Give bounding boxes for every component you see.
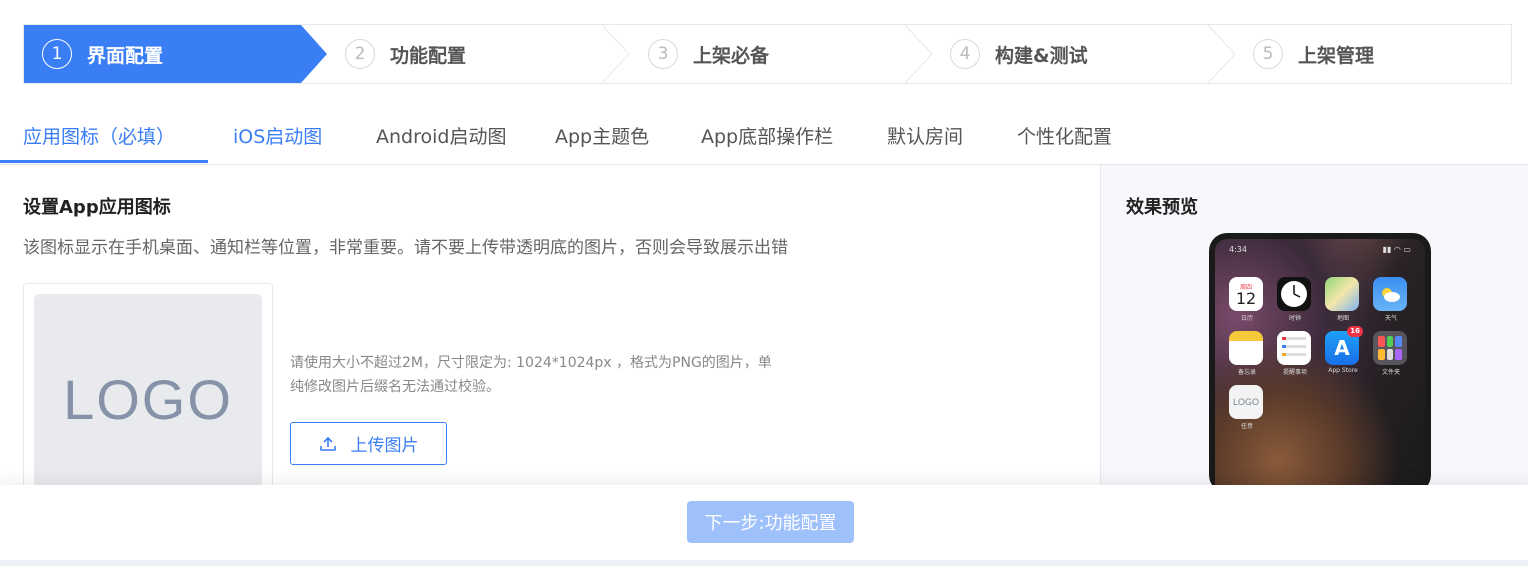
app-maps: 地图 (1325, 277, 1361, 322)
next-step-button[interactable]: 下一步:功能配置 (687, 501, 854, 543)
upload-button-label: 上传图片 (350, 436, 419, 456)
maps-icon (1325, 277, 1359, 311)
tab-android-launch[interactable]: Android启动图 (376, 122, 506, 149)
step-interface-config[interactable]: 1 界面配置 (42, 25, 163, 83)
notes-icon (1229, 331, 1263, 365)
app-notes: 备忘录 (1229, 331, 1265, 376)
step-number: 3 (648, 39, 678, 69)
stepper: 1 界面配置 2 功能配置 3 上架必备 4 构建&测试 5 上架管理 (23, 24, 1512, 84)
footer-bar: 下一步:功能配置 (0, 485, 1528, 560)
tab-bottom-bar[interactable]: App底部操作栏 (701, 122, 833, 149)
tab-ios-launch[interactable]: iOS启动图 (233, 122, 322, 149)
step-label: 界面配置 (87, 44, 164, 67)
app-name: 地图 (1336, 315, 1349, 322)
app-name: 备忘录 (1237, 369, 1256, 376)
step-label: 功能配置 (390, 44, 467, 67)
step-number: 2 (345, 39, 375, 69)
clock-icon (1277, 277, 1311, 311)
step-listing-required[interactable]: 3 上架必备 (648, 25, 769, 83)
upload-hint-line: 请使用大小不超过2M，尺寸限定为: 1024*1024px ，格式为PNG的图片… (290, 355, 772, 371)
upload-hint-line: 纯修改图片后缀名无法通过校验。 (290, 379, 500, 395)
phone-screen: 4:34 ▮▮ ◠ ▭ 周四 12 日历 时钟 地图 天气 备忘录 提醒事项 A… (1215, 239, 1425, 499)
appstore-icon: A 16 (1325, 326, 1363, 365)
weather-icon (1373, 277, 1407, 311)
calendar-icon: 周四 12 (1229, 277, 1263, 311)
app-name: 任意 (1240, 423, 1253, 430)
notification-badge: 16 (1347, 326, 1363, 337)
app-name: App Store (1328, 367, 1358, 374)
step-build-test[interactable]: 4 构建&测试 (950, 25, 1088, 83)
step-number: 5 (1253, 39, 1283, 69)
step-label: 上架管理 (1298, 44, 1375, 67)
section-description: 该图标显示在手机桌面、通知栏等位置，非常重要。请不要上传带透明底的图片，否则会导… (23, 238, 788, 258)
app-weather: 天气 (1373, 277, 1409, 322)
app-name: 提醒事项 (1282, 369, 1307, 376)
logo-placeholder: LOGO (34, 294, 262, 504)
app-folder: 文件夹 (1373, 331, 1409, 376)
reminders-icon (1277, 331, 1311, 365)
section-title: 设置App应用图标 (23, 197, 171, 218)
app-name: 时钟 (1288, 315, 1301, 322)
step-divider (904, 25, 933, 84)
preview-title: 效果预览 (1126, 197, 1198, 218)
tab-personalize[interactable]: 个性化配置 (1017, 122, 1112, 149)
step-label: 构建&测试 (995, 44, 1088, 67)
upload-image-button[interactable]: 上传图片 (290, 422, 447, 465)
app-name: 天气 (1384, 315, 1397, 322)
app-reminders: 提醒事项 (1277, 331, 1313, 376)
logo-app-icon: LOGO (1229, 385, 1263, 419)
bottom-strip (0, 560, 1528, 566)
step-label: 上架必备 (693, 44, 770, 67)
app-appstore: A 16 App Store (1325, 326, 1363, 374)
app-name: 日历 (1240, 315, 1253, 322)
logo-preview-card: LOGO (23, 283, 273, 504)
phone-mockup: 4:34 ▮▮ ◠ ▭ 周四 12 日历 时钟 地图 天气 备忘录 提醒事项 A… (1209, 233, 1431, 499)
calendar-date: 12 (1235, 288, 1257, 308)
upload-hint: 请使用大小不超过2M，尺寸限定为: 1024*1024px ，格式为PNG的图片… (290, 351, 810, 399)
config-tabs: 应用图标（必填） iOS启动图 Android启动图 App主题色 App底部操… (0, 108, 1528, 165)
app-name: 文件夹 (1381, 369, 1400, 376)
icon-settings-panel: 设置App应用图标 该图标显示在手机桌面、通知栏等位置，非常重要。请不要上传带透… (0, 165, 1100, 504)
status-time: 4:34 (1229, 245, 1247, 254)
preview-panel: 效果预览 4:34 ▮▮ ◠ ▭ 周四 12 日历 时钟 地图 天气 备忘录 提… (1100, 165, 1528, 499)
logo-placeholder-text: LOGO (63, 367, 233, 431)
step-number: 1 (42, 39, 72, 69)
step-feature-config[interactable]: 2 功能配置 (345, 25, 466, 83)
active-tab-indicator (0, 160, 208, 163)
app-clock: 时钟 (1277, 277, 1313, 322)
upload-icon (319, 435, 337, 453)
status-icons: ▮▮ ◠ ▭ (1382, 245, 1411, 254)
step-listing-manage[interactable]: 5 上架管理 (1253, 25, 1374, 83)
tab-app-icon[interactable]: 应用图标（必填） (23, 122, 175, 149)
app-calendar: 周四 12 日历 (1229, 277, 1265, 322)
tab-default-room[interactable]: 默认房间 (887, 122, 963, 149)
step-number: 4 (950, 39, 980, 69)
step-divider (1207, 25, 1236, 84)
app-custom-logo: LOGO 任意 (1229, 385, 1265, 430)
step-divider (601, 25, 630, 84)
folder-icon (1373, 331, 1407, 365)
tab-theme-color[interactable]: App主题色 (555, 122, 649, 149)
